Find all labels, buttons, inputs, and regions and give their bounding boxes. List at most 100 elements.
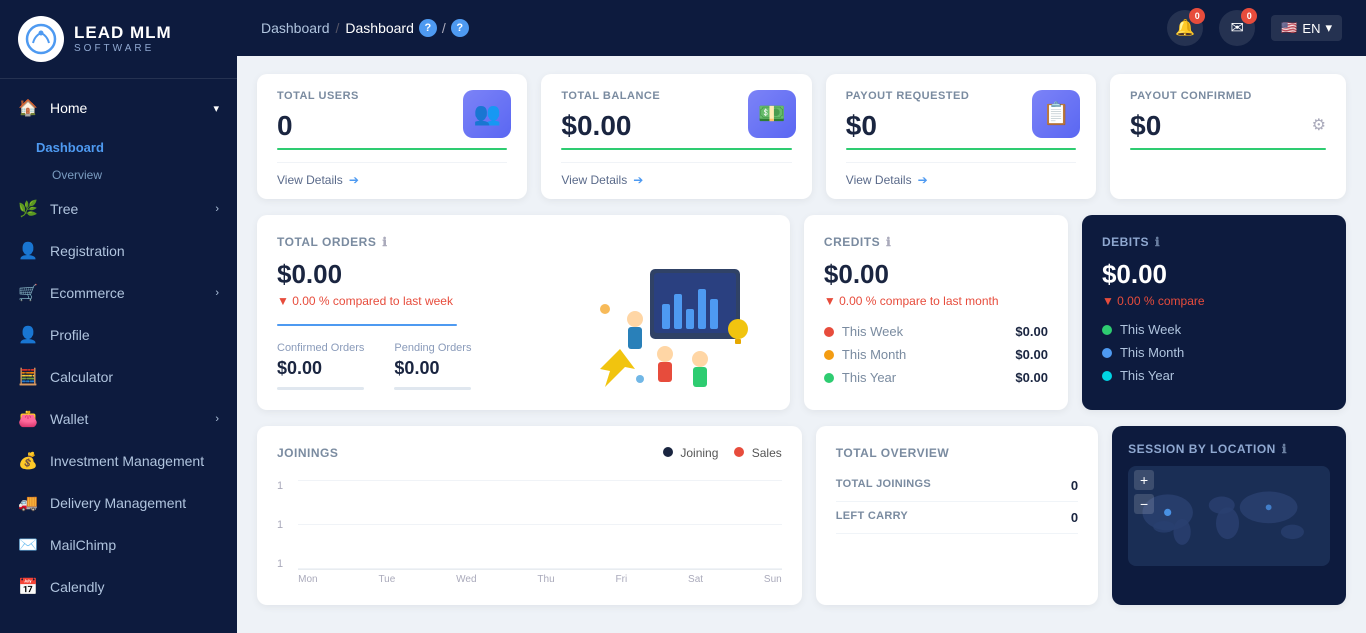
sidebar-item-dashboard[interactable]: Dashboard xyxy=(0,129,237,166)
orders-pct: ▼ 0.00 % compared to last week xyxy=(277,294,560,308)
arrow-right-icon-2: ➔ xyxy=(633,173,643,187)
credits-this-week: This Week $0.00 xyxy=(824,324,1048,339)
total-balance-icon: 💵 xyxy=(748,90,796,138)
calculator-icon: 🧮 xyxy=(18,367,38,387)
this-week-dot xyxy=(824,327,834,337)
credits-label: CREDITS xyxy=(824,235,880,249)
sidebar-item-ecommerce[interactable]: 🛒 Ecommerce › xyxy=(0,272,237,314)
sidebar-item-calendly[interactable]: 📅 Calendly xyxy=(0,566,237,608)
chart-body: Mon Tue Wed Thu Fri Sat Sun xyxy=(298,480,782,585)
bottom-row: JOININGS Joining Sales xyxy=(257,426,1346,605)
credits-pct: ▼ 0.00 % compare to last month xyxy=(824,294,1048,308)
language-selector[interactable]: 🇺🇸 EN ▾ xyxy=(1271,15,1342,41)
main-row: TOTAL ORDERS ℹ $0.00 ▼ 0.00 % compared t… xyxy=(257,215,1346,410)
zoom-out-button[interactable]: − xyxy=(1134,494,1154,514)
total-users-value: 0 xyxy=(277,110,293,142)
confirmed-orders: Confirmed Orders $0.00 xyxy=(277,342,364,390)
logo-icon xyxy=(18,16,64,62)
view-details-label-2: View Details xyxy=(561,173,627,187)
breadcrumb-slash: / xyxy=(442,20,446,36)
sidebar-item-investment[interactable]: 💰 Investment Management xyxy=(0,440,237,482)
notifications-button[interactable]: 🔔 0 xyxy=(1167,10,1203,46)
sidebar-item-tree[interactable]: 🌿 Tree › xyxy=(0,188,237,230)
session-header: SESSION BY LOCATION ℹ xyxy=(1128,442,1330,456)
delivery-label: Delivery Management xyxy=(50,495,219,511)
home-label: Home xyxy=(50,100,213,116)
confirmed-progress xyxy=(277,387,364,390)
credits-info-icon[interactable]: ℹ xyxy=(886,235,891,249)
joining-dot xyxy=(663,447,673,457)
zoom-in-button[interactable]: + xyxy=(1134,470,1154,490)
sidebar-item-calculator[interactable]: 🧮 Calculator xyxy=(0,356,237,398)
payout-requested-icon: 📋 xyxy=(1032,90,1080,138)
overview-title: TOTAL OVERVIEW xyxy=(836,446,949,460)
messages-button[interactable]: ✉ 0 xyxy=(1219,10,1255,46)
credits-this-month: This Month $0.00 xyxy=(824,347,1048,362)
total-joinings-label: TOTAL JOININGS xyxy=(836,478,931,493)
total-orders-card: TOTAL ORDERS ℹ $0.00 ▼ 0.00 % compared t… xyxy=(257,215,790,410)
sidebar-nav: 🏠 Home ▾ Dashboard Overview 🌿 Tree › 👤 R… xyxy=(0,79,237,633)
joinings-card: JOININGS Joining Sales xyxy=(257,426,802,605)
wallet-icon: 👛 xyxy=(18,409,38,429)
topbar-actions: 🔔 0 ✉ 0 🇺🇸 EN ▾ xyxy=(1167,10,1342,46)
debits-periods: This Week This Month This Year xyxy=(1102,322,1326,383)
credits-card: CREDITS ℹ $0.00 ▼ 0.00 % compare to last… xyxy=(804,215,1068,410)
logo-subtitle: SOFTWARE xyxy=(74,43,172,54)
confirmed-value: $0.00 xyxy=(277,358,364,379)
sidebar-item-mailchimp[interactable]: ✉️ MailChimp xyxy=(0,524,237,566)
sidebar-item-home[interactable]: 🏠 Home ▾ xyxy=(0,87,237,129)
debits-pct: ▼ 0.00 % compare xyxy=(1102,294,1326,308)
debits-this-week-dot xyxy=(1102,325,1112,335)
investment-icon: 💰 xyxy=(18,451,38,471)
home-icon: 🏠 xyxy=(18,98,38,118)
payout-requested-card: PAYOUT REQUESTED $0 📋 View Details ➔ xyxy=(826,74,1096,199)
notifications-badge: 0 xyxy=(1189,8,1205,24)
sales-legend: Sales xyxy=(734,446,781,460)
orders-info-icon[interactable]: ℹ xyxy=(382,235,387,249)
calendly-label: Calendly xyxy=(50,579,219,595)
debits-this-month-dot xyxy=(1102,348,1112,358)
tree-icon: 🌿 xyxy=(18,199,38,219)
session-info-icon[interactable]: ℹ xyxy=(1282,442,1287,456)
home-arrow-icon: ▾ xyxy=(213,102,219,115)
this-year-label: This Year xyxy=(842,370,896,385)
debits-this-week-label: This Week xyxy=(1120,322,1181,337)
orders-value: $0.00 xyxy=(277,259,560,290)
total-users-footer[interactable]: View Details ➔ xyxy=(277,162,507,199)
joinings-header: JOININGS xyxy=(277,446,338,460)
debits-this-year: This Year xyxy=(1102,368,1326,383)
settings-icon[interactable]: ⚙ xyxy=(1312,115,1326,135)
sidebar-item-profile[interactable]: 👤 Profile xyxy=(0,314,237,356)
payout-confirmed-card: PAYOUT CONFIRMED $0 ⚙ xyxy=(1110,74,1346,199)
breadcrumb-current: Dashboard ? / ? xyxy=(345,19,468,37)
orders-header: TOTAL ORDERS ℹ xyxy=(277,235,770,249)
payout-requested-footer[interactable]: View Details ➔ xyxy=(846,162,1076,199)
calculator-label: Calculator xyxy=(50,369,219,385)
breadcrumb-home[interactable]: Dashboard xyxy=(261,20,330,36)
sidebar-item-wallet[interactable]: 👛 Wallet › xyxy=(0,398,237,440)
total-balance-footer[interactable]: View Details ➔ xyxy=(561,162,791,199)
sidebar-overview-label: Overview xyxy=(0,166,237,188)
session-label: SESSION BY LOCATION xyxy=(1128,442,1276,456)
sidebar-item-delivery[interactable]: 🚚 Delivery Management xyxy=(0,482,237,524)
this-month-dot xyxy=(824,350,834,360)
registration-icon: 👤 xyxy=(18,241,38,261)
lang-arrow-icon: ▾ xyxy=(1325,20,1332,36)
pending-label: Pending Orders xyxy=(394,342,471,354)
debits-info-icon[interactable]: ℹ xyxy=(1155,235,1160,249)
confirmed-label: Confirmed Orders xyxy=(277,342,364,354)
map-area: + − xyxy=(1128,466,1330,566)
overview-header: TOTAL OVERVIEW xyxy=(836,446,1078,460)
wallet-label: Wallet xyxy=(50,411,215,427)
chart-legend: Joining Sales xyxy=(663,446,782,460)
help-icon-2[interactable]: ? xyxy=(451,19,469,37)
help-icon[interactable]: ? xyxy=(419,19,437,37)
left-carry-label: LEFT CARRY xyxy=(836,510,908,525)
sidebar-item-registration[interactable]: 👤 Registration xyxy=(0,230,237,272)
credits-header: CREDITS ℹ xyxy=(824,235,1048,249)
delivery-icon: 🚚 xyxy=(18,493,38,513)
logo-area: LEAD MLM SOFTWARE xyxy=(0,0,237,79)
payout-confirmed-value: $0 xyxy=(1130,110,1161,142)
stat-cards-row: TOTAL USERS 0 👥 View Details ➔ TOTAL BAL… xyxy=(257,74,1346,199)
this-week-label: This Week xyxy=(842,324,903,339)
